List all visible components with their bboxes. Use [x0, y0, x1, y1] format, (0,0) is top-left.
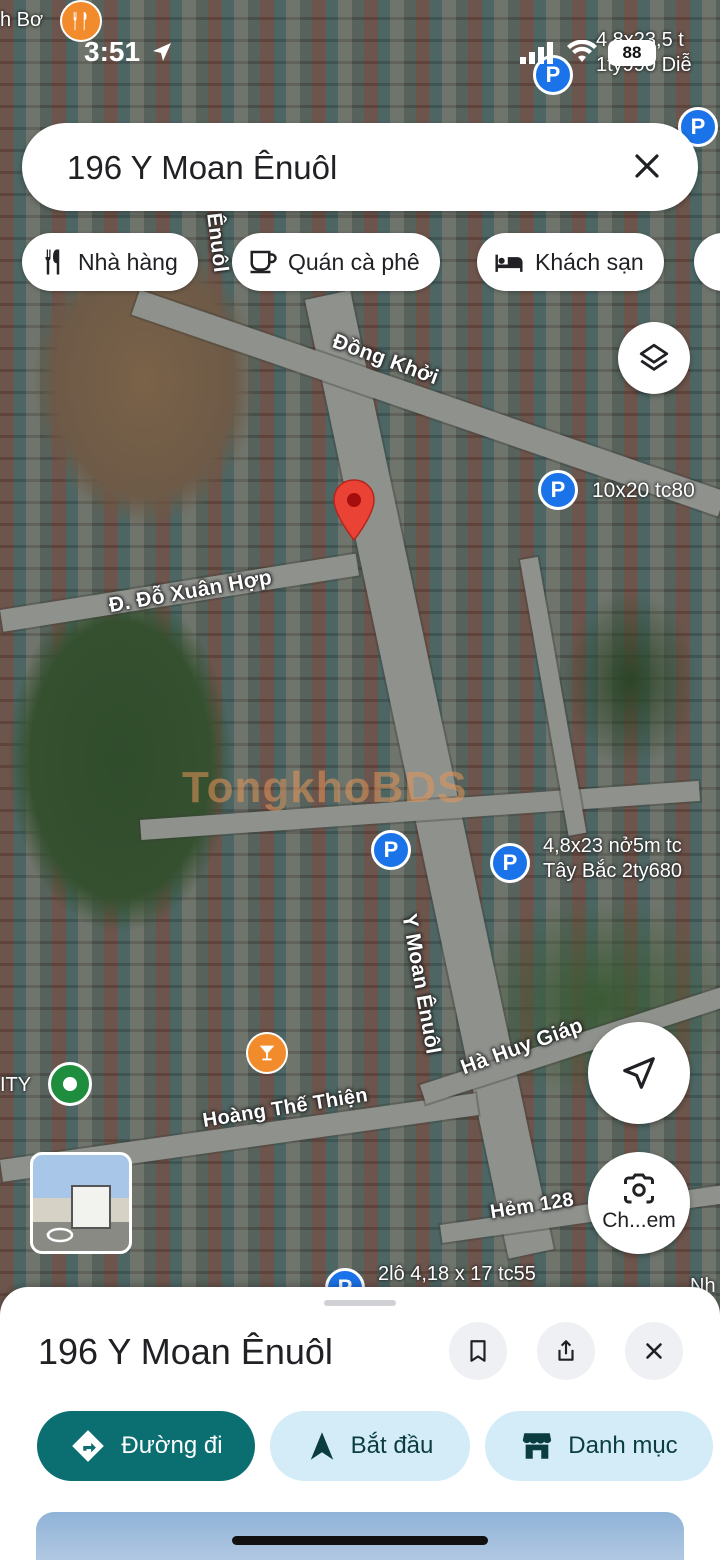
status-time: 3:51: [84, 36, 141, 67]
close-sheet-button[interactable]: [625, 1322, 683, 1380]
category-chips: Nhà hàng Quán cà phê Khách sạn: [22, 233, 720, 291]
chip-restaurants[interactable]: Nhà hàng: [22, 233, 198, 291]
camera-search-button[interactable]: Ch...em: [588, 1152, 690, 1254]
search-query[interactable]: 196 Y Moan Ênuôl: [67, 149, 337, 187]
navigation-arrow-icon: [623, 1057, 655, 1089]
bookmark-icon: [470, 1340, 486, 1362]
restaurant-icon: [45, 249, 60, 275]
navigation-icon: [310, 1432, 333, 1460]
layers-icon: [639, 343, 669, 371]
street-view-building: [71, 1185, 111, 1229]
home-indicator[interactable]: [232, 1536, 488, 1545]
chip-label: Nhà hàng: [78, 248, 178, 275]
status-bar: 3:51 88: [0, 28, 720, 78]
chip-more[interactable]: [694, 233, 720, 291]
start-label: Bắt đầu: [350, 1432, 434, 1459]
catalog-button[interactable]: Danh mục: [485, 1411, 713, 1481]
share-button[interactable]: [537, 1322, 595, 1380]
place-title: 196 Y Moan Ênuôl: [38, 1331, 333, 1372]
watermark: TongkhoBDS: [182, 763, 468, 812]
search-bar[interactable]: 196 Y Moan Ênuôl: [22, 123, 698, 211]
storefront-icon: [523, 1433, 552, 1459]
camera-button-label: Ch...em: [602, 1209, 676, 1232]
poi-label-right-2: 4,8x23 nở5m tc Tây Bắc 2ty680: [543, 835, 682, 882]
camera-lens-icon: [624, 1173, 654, 1204]
chip-label: Khách sạn: [535, 248, 644, 275]
layers-button[interactable]: [618, 322, 690, 394]
directions-button[interactable]: Đường đi: [37, 1411, 255, 1481]
catalog-label: Danh mục: [568, 1432, 678, 1459]
bar-poi-icon[interactable]: [246, 1032, 288, 1074]
location-marker-icon[interactable]: [331, 478, 377, 544]
directions-icon: [72, 1430, 105, 1462]
location-arrow-icon: [150, 40, 174, 69]
poi-label-bottom: 2lô 4,18 x 17 tc55: [378, 1263, 536, 1285]
street-label-do-xuan-hop: Đ. Đỗ Xuân Hợp: [107, 565, 274, 618]
chip-coffee[interactable]: Quán cà phê: [232, 233, 440, 291]
poi-label-right-1: 10x20 tc80: [592, 479, 695, 502]
hotel-icon: [495, 254, 523, 272]
poi-label-city: ITY: [0, 1074, 32, 1096]
chip-label: Quán cà phê: [288, 248, 420, 275]
chip-hotels[interactable]: Khách sạn: [477, 233, 664, 291]
parking-pin-right-2[interactable]: P: [490, 843, 530, 883]
start-button[interactable]: Bắt đầu: [270, 1411, 470, 1481]
street-view-rotate-icon: [46, 1227, 74, 1243]
place-poi-icon-green[interactable]: [48, 1062, 92, 1106]
battery-indicator: 88: [608, 40, 656, 66]
directions-label: Đường đi: [121, 1432, 223, 1459]
my-location-button[interactable]: [588, 1022, 690, 1124]
sheet-drag-handle[interactable]: [324, 1300, 396, 1306]
parking-pin-right-1[interactable]: P: [538, 470, 578, 510]
share-icon: [558, 1340, 574, 1361]
street-view-thumbnail[interactable]: [30, 1152, 132, 1254]
coffee-icon: [250, 250, 277, 274]
save-button[interactable]: [449, 1322, 507, 1380]
signal-icon: [520, 42, 554, 69]
wifi-icon: [566, 39, 598, 69]
close-icon: [646, 1343, 662, 1359]
clear-search-icon[interactable]: [624, 143, 670, 189]
parking-pin-middle[interactable]: P: [371, 830, 411, 870]
street-label-y-moan-bottom: Y Moan Ênuôl: [397, 912, 445, 1056]
